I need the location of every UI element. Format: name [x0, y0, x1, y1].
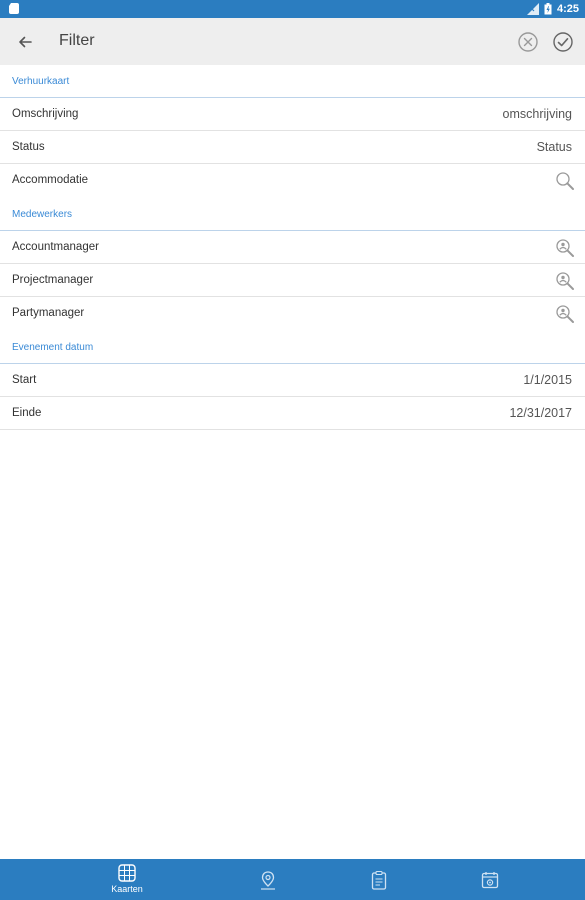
user-search-icon[interactable] [555, 271, 575, 291]
page-title: Filter [59, 32, 95, 49]
toolbar: Filter [0, 18, 585, 65]
accountmanager-field[interactable]: Accountmanager [0, 231, 585, 264]
bottom-navigation: Kaarten [0, 859, 585, 900]
section-header-evenement-datum: Evenement datum [0, 331, 585, 364]
field-label: Status [12, 141, 45, 153]
clipboard-icon [371, 870, 387, 890]
nav-calendar[interactable] [450, 859, 530, 900]
signal-icon [526, 3, 539, 15]
search-icon[interactable] [555, 171, 575, 191]
cards-grid-icon [118, 864, 136, 882]
projectmanager-field[interactable]: Projectmanager [0, 264, 585, 297]
field-label: Partymanager [12, 307, 85, 319]
nav-locations[interactable] [228, 859, 308, 900]
omschrijving-placeholder[interactable]: omschrijving [503, 107, 572, 121]
field-label: Start [12, 374, 37, 386]
field-label: Accountmanager [12, 241, 99, 253]
field-label: Projectmanager [12, 274, 94, 286]
calendar-settings-icon [481, 872, 499, 889]
field-label: Einde [12, 407, 42, 419]
section-title: Medewerkers [12, 209, 73, 220]
back-arrow-icon [19, 36, 32, 48]
section-header-medewerkers: Medewerkers [0, 198, 585, 231]
status-field[interactable]: Status Status [0, 131, 585, 164]
start-date-value[interactable]: 1/1/2015 [523, 373, 572, 387]
nav-label: Kaarten [111, 884, 143, 894]
map-pin-icon [261, 871, 275, 890]
field-label: Omschrijving [12, 108, 79, 120]
battery-icon [544, 3, 552, 15]
start-date-field[interactable]: Start 1/1/2015 [0, 364, 585, 397]
nav-tasks[interactable] [339, 859, 419, 900]
omschrijving-field[interactable]: Omschrijving omschrijving [0, 98, 585, 131]
section-header-verhuurkaart: Verhuurkaart [0, 65, 585, 98]
user-search-icon[interactable] [555, 238, 575, 258]
status-time: 4:25 [556, 3, 579, 15]
accommodatie-field[interactable]: Accommodatie [0, 164, 585, 197]
status-icons: 4:25 [526, 0, 579, 18]
check-circle-icon[interactable] [551, 30, 575, 54]
sim-card-icon [9, 3, 19, 14]
section-title: Verhuurkaart [12, 76, 70, 87]
end-date-field[interactable]: Einde 12/31/2017 [0, 397, 585, 430]
partymanager-field[interactable]: Partymanager [0, 297, 585, 330]
end-date-value[interactable]: 12/31/2017 [509, 406, 572, 420]
clear-circle-icon[interactable] [516, 30, 540, 54]
nav-kaarten[interactable]: Kaarten [87, 859, 167, 900]
status-bar: 4:25 [0, 0, 585, 18]
back-button[interactable] [12, 29, 38, 55]
field-label: Accommodatie [12, 174, 89, 186]
user-search-icon[interactable] [555, 304, 575, 324]
section-title: Evenement datum [12, 342, 94, 353]
status-placeholder[interactable]: Status [537, 140, 572, 154]
